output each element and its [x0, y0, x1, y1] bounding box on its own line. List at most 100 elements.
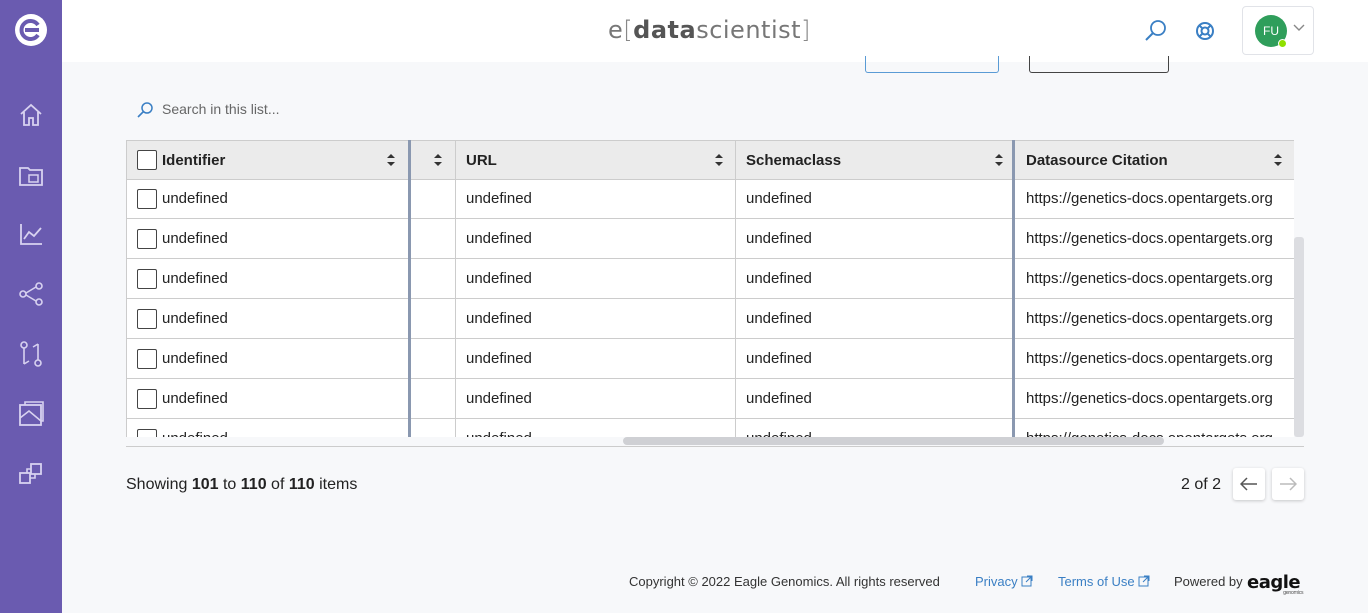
- table-row[interactable]: undefined undefined undefined https://genet…: [127, 259, 1294, 299]
- schemaclass-cell: undefined: [746, 419, 1006, 437]
- items-label: items: [319, 476, 358, 493]
- identifier-cell: undefined: [162, 419, 402, 437]
- data-table: Identifier URL Schemaclass Datasource Ci…: [126, 140, 1294, 437]
- url-cell: undefined: [466, 350, 532, 367]
- integrations-icon: [19, 463, 42, 484]
- citation-cell[interactable]: https://genetics-docs.opentargets.org: [1026, 419, 1288, 437]
- showing-label: Showing: [126, 476, 188, 493]
- schemaclass-cell: undefined: [746, 230, 812, 247]
- page-indicator: 2 of 2: [1181, 476, 1222, 493]
- search-input[interactable]: [162, 98, 422, 120]
- column-identifier: Identifier: [127, 141, 409, 180]
- eagle-genomics-logo[interactable]: eagle genomics: [1247, 572, 1304, 596]
- citation-cell[interactable]: https://genetics-docs.opentargets.org: [1026, 259, 1288, 299]
- arrow-left-icon: [1240, 477, 1257, 491]
- action-button-primary[interactable]: [865, 56, 999, 73]
- url-cell: undefined: [466, 230, 532, 247]
- eagle-logo-icon: [19, 19, 40, 41]
- identifier-cell: undefined: [162, 230, 228, 247]
- schemaclass-cell: undefined: [746, 270, 812, 287]
- total-count: 110: [288, 476, 315, 493]
- action-button-secondary[interactable]: [1029, 56, 1169, 73]
- user-menu[interactable]: FU: [1242, 6, 1314, 55]
- brand-bracket-close: ]: [801, 16, 811, 44]
- identifier-cell: undefined: [162, 350, 228, 367]
- schemaclass-cell: undefined: [746, 310, 812, 327]
- column-label: Schemaclass: [746, 152, 842, 169]
- sidebar-item-compare[interactable]: [17, 340, 45, 368]
- column-schemaclass: Schemaclass: [736, 141, 1012, 180]
- table-row[interactable]: undefined undefined undefined https://genet…: [127, 379, 1294, 419]
- vertical-scrollbar[interactable]: [1294, 237, 1304, 437]
- privacy-link-wrap: Privacy: [975, 574, 1033, 589]
- row-checkbox[interactable]: [137, 189, 157, 209]
- brand-bracket-open: [: [623, 16, 634, 44]
- terms-label: Terms of Use: [1058, 574, 1135, 589]
- column-blank: [411, 141, 455, 180]
- table-row[interactable]: undefined undefined undefined https://genet…: [127, 219, 1294, 259]
- citation-cell[interactable]: https://genetics-docs.opentargets.org: [1026, 179, 1288, 219]
- sort-icon[interactable]: [1273, 153, 1283, 167]
- brand-e: e: [608, 16, 624, 44]
- url-cell: undefined: [466, 310, 532, 327]
- table-row[interactable]: undefined undefined undefined https://genet…: [127, 419, 1294, 437]
- next-page-button[interactable]: [1272, 468, 1304, 500]
- table-row[interactable]: undefined undefined undefined https://genet…: [127, 339, 1294, 379]
- citation-cell[interactable]: https://genetics-docs.opentargets.org: [1026, 379, 1288, 419]
- brand-data: data: [633, 16, 697, 44]
- identifier-cell: undefined: [162, 270, 228, 287]
- lifebuoy-icon: [1196, 22, 1214, 40]
- column-label: Identifier: [162, 152, 226, 169]
- global-search-button[interactable]: [1143, 18, 1169, 44]
- sort-icon[interactable]: [714, 153, 724, 167]
- search-icon: [137, 102, 153, 118]
- help-button[interactable]: [1192, 18, 1218, 44]
- citation-cell[interactable]: https://genetics-docs.opentargets.org: [1026, 299, 1288, 339]
- citation-cell[interactable]: https://genetics-docs.opentargets.org: [1026, 339, 1288, 379]
- sidebar-item-datasets[interactable]: [17, 161, 45, 189]
- row-checkbox[interactable]: [137, 229, 157, 249]
- column-divider: [455, 140, 456, 437]
- app-logo[interactable]: [15, 14, 47, 46]
- sidebar-item-integrations[interactable]: [17, 460, 45, 488]
- citation-cell[interactable]: https://genetics-docs.opentargets.org: [1026, 219, 1288, 259]
- url-cell: undefined: [466, 390, 532, 407]
- brand-scientist: scientist: [696, 16, 802, 44]
- sidebar-item-analytics[interactable]: [17, 220, 45, 248]
- row-checkbox[interactable]: [137, 309, 157, 329]
- chevron-down-icon: [1293, 24, 1305, 31]
- url-cell: undefined: [466, 270, 532, 287]
- privacy-link[interactable]: Privacy: [975, 574, 1033, 589]
- divider: [126, 446, 1304, 447]
- sort-icon[interactable]: [433, 153, 443, 167]
- search-icon: [1145, 20, 1166, 41]
- schemaclass-cell: undefined: [746, 390, 812, 407]
- column-label: Datasource Citation: [1026, 152, 1168, 169]
- terms-link-wrap: Terms of Use: [1058, 574, 1150, 589]
- copyright-text: Copyright © 2022 Eagle Genomics. All rig…: [629, 574, 940, 589]
- table-row[interactable]: undefined undefined undefined https://genet…: [127, 299, 1294, 339]
- column-datasource-citation: Datasource Citation: [1016, 141, 1294, 180]
- row-checkbox[interactable]: [137, 269, 157, 289]
- horizontal-scrollbar[interactable]: [623, 437, 1164, 445]
- online-status-dot: [1278, 39, 1287, 48]
- table-row[interactable]: undefined undefined undefined https://genet…: [127, 179, 1294, 219]
- row-checkbox[interactable]: [137, 429, 157, 437]
- of-label: of: [271, 476, 285, 493]
- external-link-icon: [1021, 575, 1033, 587]
- terms-of-use-link[interactable]: Terms of Use: [1058, 574, 1150, 589]
- sort-icon[interactable]: [994, 153, 1004, 167]
- powered-by-label: Powered by: [1174, 574, 1243, 589]
- datasets-icon: [19, 167, 43, 186]
- row-checkbox[interactable]: [137, 349, 157, 369]
- sidebar-item-catalog[interactable]: [17, 400, 45, 428]
- sidebar-item-workflow[interactable]: [17, 280, 45, 308]
- workflow-icon: [19, 282, 43, 306]
- analytics-icon: [20, 224, 42, 245]
- previous-page-button[interactable]: [1233, 468, 1265, 500]
- row-checkbox[interactable]: [137, 389, 157, 409]
- sort-icon[interactable]: [386, 153, 396, 167]
- select-all-checkbox[interactable]: [137, 150, 157, 170]
- logo-subtext: genomics: [1283, 590, 1304, 596]
- sidebar-item-home[interactable]: [17, 101, 45, 129]
